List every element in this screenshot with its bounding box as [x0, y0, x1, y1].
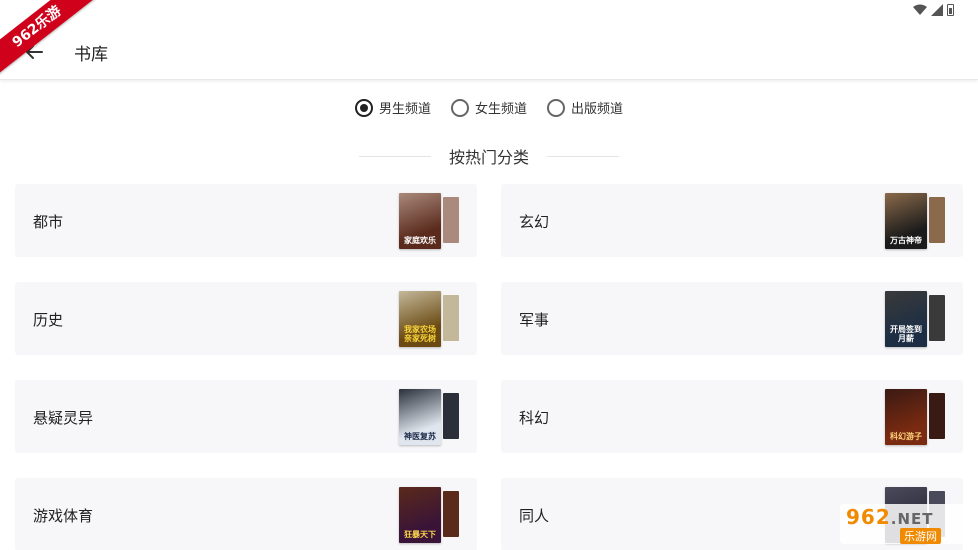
book-cover: 家庭欢乐 — [399, 193, 441, 249]
app-toolbar: 书库 — [0, 24, 978, 80]
book-covers: 我家农场亲家死树 — [399, 291, 459, 347]
book-cover-title: 神医复苏 — [404, 432, 436, 441]
book-cover: 万古神帝 — [885, 193, 927, 249]
book-cover-back — [929, 393, 945, 439]
section-title: 按热门分类 — [448, 148, 529, 167]
status-bar — [0, 0, 978, 24]
book-cover-title: 开局签到月薪 — [890, 325, 922, 343]
book-cover: 开局签到月薪 — [885, 291, 927, 347]
radio-button[interactable] — [547, 98, 565, 117]
book-cover-back — [929, 197, 945, 243]
book-cover-back — [443, 393, 459, 439]
category-card[interactable]: 游戏体育狂暴天下 — [15, 478, 477, 550]
book-cover-back — [929, 295, 945, 341]
divider — [358, 155, 431, 157]
radio-label: 出版频道 — [571, 102, 624, 117]
book-covers: 家庭欢乐 — [399, 193, 459, 249]
book-covers: 科幻游子 — [885, 389, 945, 445]
category-card[interactable]: 都市家庭欢乐 — [15, 184, 477, 257]
category-label: 同人 — [519, 507, 550, 525]
book-cover-back — [443, 491, 459, 537]
book-cover: 神医复苏 — [399, 389, 441, 445]
radio-button[interactable] — [354, 98, 373, 117]
category-card[interactable]: 科幻科幻游子 — [501, 380, 963, 453]
category-label: 科幻 — [519, 409, 550, 427]
book-cover-back — [443, 197, 459, 243]
radio-button[interactable] — [450, 98, 469, 117]
book-cover-back — [443, 295, 459, 341]
book-covers: 狂暴天下 — [399, 487, 459, 543]
divider — [547, 155, 619, 157]
category-grid: 都市 家庭欢乐 玄幻 万古神帝 历史 我家农场亲家死树 军事 开局签到月薪 悬疑灵异 神医复苏 科幻… — [15, 184, 963, 550]
book-cover-title: 万古神帝 — [890, 236, 922, 245]
category-label: 都市 — [33, 213, 64, 231]
radio-label: 女生频道 — [474, 102, 527, 117]
book-cover-title: 我家农场亲家死树 — [404, 325, 436, 343]
category-card[interactable]: 军事开局签到月薪 — [501, 282, 963, 355]
battery-icon — [947, 4, 954, 16]
status-icons — [913, 4, 954, 16]
category-card[interactable]: 玄幻万古神帝 — [501, 184, 963, 257]
section-heading: 按热门分类 — [0, 144, 978, 168]
book-cover: 科幻游子 — [885, 389, 927, 445]
book-cover-title: 科幻游子 — [890, 432, 922, 441]
book-covers: 开局签到月薪 — [885, 291, 945, 347]
radio-label: 男生频道 — [378, 102, 431, 117]
book-cover: 狂暴天下 — [399, 487, 441, 543]
category-label: 军事 — [519, 311, 550, 329]
book-covers: 万古神帝 — [885, 193, 945, 249]
radio-male-channel[interactable]: 男生频道 — [354, 98, 431, 117]
watermark-brand-suffix: .NET — [890, 510, 934, 528]
book-cover: 我家农场亲家死树 — [399, 291, 441, 347]
wifi-icon — [913, 4, 927, 15]
radio-female-channel[interactable]: 女生频道 — [450, 98, 527, 117]
page-title: 书库 — [74, 45, 108, 65]
radio-publish-channel[interactable]: 出版频道 — [547, 98, 623, 117]
book-cover-title: 家庭欢乐 — [404, 236, 436, 245]
category-card[interactable]: 历史我家农场亲家死树 — [15, 282, 477, 355]
watermark-logo: 962.NET 乐游网 — [840, 504, 972, 544]
book-covers: 神医复苏 — [399, 389, 459, 445]
category-card[interactable]: 悬疑灵异神医复苏 — [15, 380, 477, 453]
watermark-brand: 962 — [846, 505, 891, 529]
channel-selector: 男生频道 女生频道 出版频道 — [0, 98, 978, 117]
watermark-site: 乐游网 — [900, 528, 941, 544]
category-label: 玄幻 — [519, 213, 550, 231]
category-label: 悬疑灵异 — [33, 409, 94, 427]
category-label: 游戏体育 — [33, 507, 94, 525]
book-cover-title: 狂暴天下 — [404, 530, 436, 539]
cellular-signal-icon — [931, 4, 943, 16]
category-label: 历史 — [33, 311, 64, 329]
